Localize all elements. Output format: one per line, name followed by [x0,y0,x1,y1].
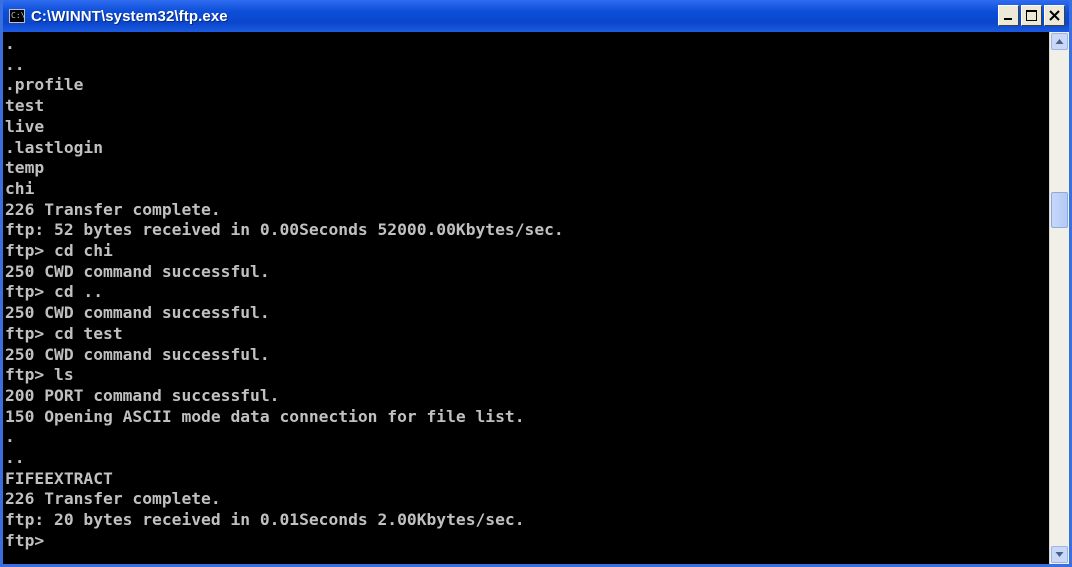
console-line: 250 CWD command successful. [5,261,270,281]
scroll-up-button[interactable] [1051,33,1068,50]
console-line: ftp> cd test [5,323,123,343]
console-line: live [5,116,45,136]
ftp-console-window: C:\ C:\WINNT\system32\ftp.exe . .. .prof… [0,0,1072,567]
console-line: 150 Opening ASCII mode data connection f… [5,406,525,426]
console-line: ftp> cd chi [5,241,113,261]
console-line: ftp: 52 bytes received in 0.00Seconds 52… [5,220,564,240]
console-line: 250 CWD command successful. [5,303,270,323]
console-icon[interactable]: C:\ [9,9,25,23]
console-line: FIFEEXTRACT [5,468,113,488]
console-line: ftp> [5,530,45,550]
vertical-scrollbar[interactable] [1049,32,1069,564]
console-line: test [5,96,45,116]
scroll-thumb[interactable] [1051,192,1068,228]
console-line: .profile [5,75,84,95]
close-button[interactable] [1044,5,1065,26]
console-line: . [5,427,15,447]
console-line: .. [5,448,25,468]
console-text: . .. .profile test live .lastlogin temp … [5,34,1049,552]
console-line: . [5,34,15,53]
console-line: ftp> ls [5,365,74,385]
title-bar[interactable]: C:\ C:\WINNT\system32\ftp.exe [3,0,1069,32]
close-icon [1049,10,1060,21]
maximize-button[interactable] [1021,5,1042,26]
arrow-down-icon [1055,552,1064,557]
console-line: 250 CWD command successful. [5,344,270,364]
console-output[interactable]: . .. .profile test live .lastlogin temp … [3,32,1049,564]
console-line: ftp> cd .. [5,282,104,302]
console-line: .lastlogin [5,137,104,157]
console-line: 200 PORT command successful. [5,385,280,405]
scroll-down-button[interactable] [1051,546,1068,563]
window-controls [998,5,1065,26]
minimize-button[interactable] [998,5,1019,26]
console-line: temp [5,158,45,178]
console-line: ftp: 20 bytes received in 0.01Seconds 2.… [5,510,525,530]
console-line: 226 Transfer complete. [5,199,221,219]
window-title: C:\WINNT\system32\ftp.exe [31,7,228,25]
console-line: chi [5,178,35,198]
console-line: .. [5,54,25,74]
console-line: 226 Transfer complete. [5,489,221,509]
arrow-up-icon [1055,39,1064,44]
